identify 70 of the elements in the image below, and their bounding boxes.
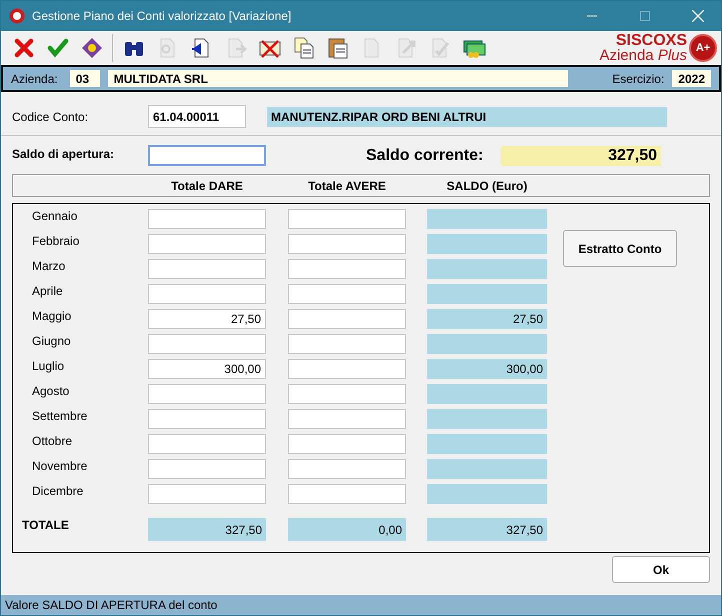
column-header: Totale DARE (170, 178, 244, 192)
total-balance: 327,50 (427, 518, 547, 541)
credit-field[interactable] (288, 434, 406, 454)
debit-field[interactable] (148, 259, 266, 279)
credit-field[interactable] (288, 459, 406, 479)
account-code-label: Codice Conto: (12, 110, 90, 124)
status-bar: Valore SALDO DI APERTURA del conto (1, 595, 721, 615)
debit-field[interactable] (148, 409, 266, 429)
debit-field[interactable] (148, 384, 266, 404)
balance-cell: 300,00 (427, 359, 547, 379)
company-code: 03 (70, 70, 100, 87)
credit-field[interactable] (288, 384, 406, 404)
year-label: Esercizio: (612, 72, 664, 86)
logo-product: Azienda Plus (599, 48, 687, 63)
maximize-icon (640, 11, 650, 21)
debit-field[interactable] (148, 434, 266, 454)
column-header: Totale AVERE (307, 178, 387, 192)
credit-field[interactable] (288, 234, 406, 254)
month-label: Dicembre (31, 484, 84, 500)
company-label: Azienda: (11, 72, 58, 86)
credit-field[interactable] (288, 334, 406, 354)
clipboard-icon (326, 36, 350, 60)
window-title: Gestione Piano dei Conti valorizzato [Variazione] (32, 9, 292, 23)
copy-icon (292, 36, 316, 60)
credit-field[interactable] (288, 484, 406, 504)
month-label: Novembre (31, 459, 88, 475)
debit-field[interactable] (148, 284, 266, 304)
debit-field[interactable] (148, 484, 266, 504)
total-label: TOTALE (21, 518, 70, 534)
credit-field[interactable] (288, 284, 406, 304)
column-header: SALDO (Euro) (446, 178, 528, 192)
month-label: Maggio (31, 309, 72, 325)
debit-field[interactable] (148, 209, 266, 229)
debit-field[interactable] (148, 459, 266, 479)
close-icon (692, 10, 704, 22)
year-value: 2022 (672, 70, 711, 87)
credit-field[interactable] (288, 409, 406, 429)
month-label: Ottobre (31, 434, 74, 450)
ok-button[interactable]: Ok (612, 556, 710, 583)
account-description: MANUTENZ.RIPAR ORD BENI ALTRUI (267, 106, 667, 126)
month-label: Settembre (31, 409, 88, 425)
debit-field[interactable]: 300,00 (148, 359, 266, 379)
month-label: Agosto (31, 384, 70, 400)
total-credit: 0,00 (288, 518, 406, 541)
total-debit: 327,50 (148, 518, 266, 541)
credit-field[interactable] (288, 209, 406, 229)
debit-field[interactable] (148, 334, 266, 354)
company-name: MULTIDATA SRL (108, 70, 568, 87)
credit-field[interactable] (288, 259, 406, 279)
debit-field[interactable] (148, 234, 266, 254)
credit-field[interactable] (288, 359, 406, 379)
opening-balance-field[interactable] (148, 145, 266, 166)
month-label: Marzo (31, 259, 66, 275)
account-code-field[interactable]: 61.04.00011 (148, 105, 246, 128)
checkmark-icon (46, 36, 70, 60)
current-balance-value: 327,50 (501, 146, 661, 166)
logo-brand: SISCOXS (616, 33, 687, 48)
current-balance-label: Saldo corrente: (366, 146, 484, 164)
month-label: Aprile (31, 284, 64, 300)
logo-badge: A+ (689, 34, 717, 62)
opening-balance-label: Saldo di apertura: (12, 146, 116, 161)
debit-field[interactable]: 27,50 (148, 309, 266, 329)
app-icon (9, 8, 25, 24)
month-label: Giugno (31, 334, 72, 350)
credit-field[interactable] (288, 309, 406, 329)
month-label: Gennaio (31, 209, 78, 225)
month-label: Febbraio (31, 234, 80, 250)
balance-cell: 27,50 (427, 309, 547, 329)
month-label: Luglio (31, 359, 66, 375)
statement-button[interactable]: Estratto Conto (563, 230, 677, 267)
